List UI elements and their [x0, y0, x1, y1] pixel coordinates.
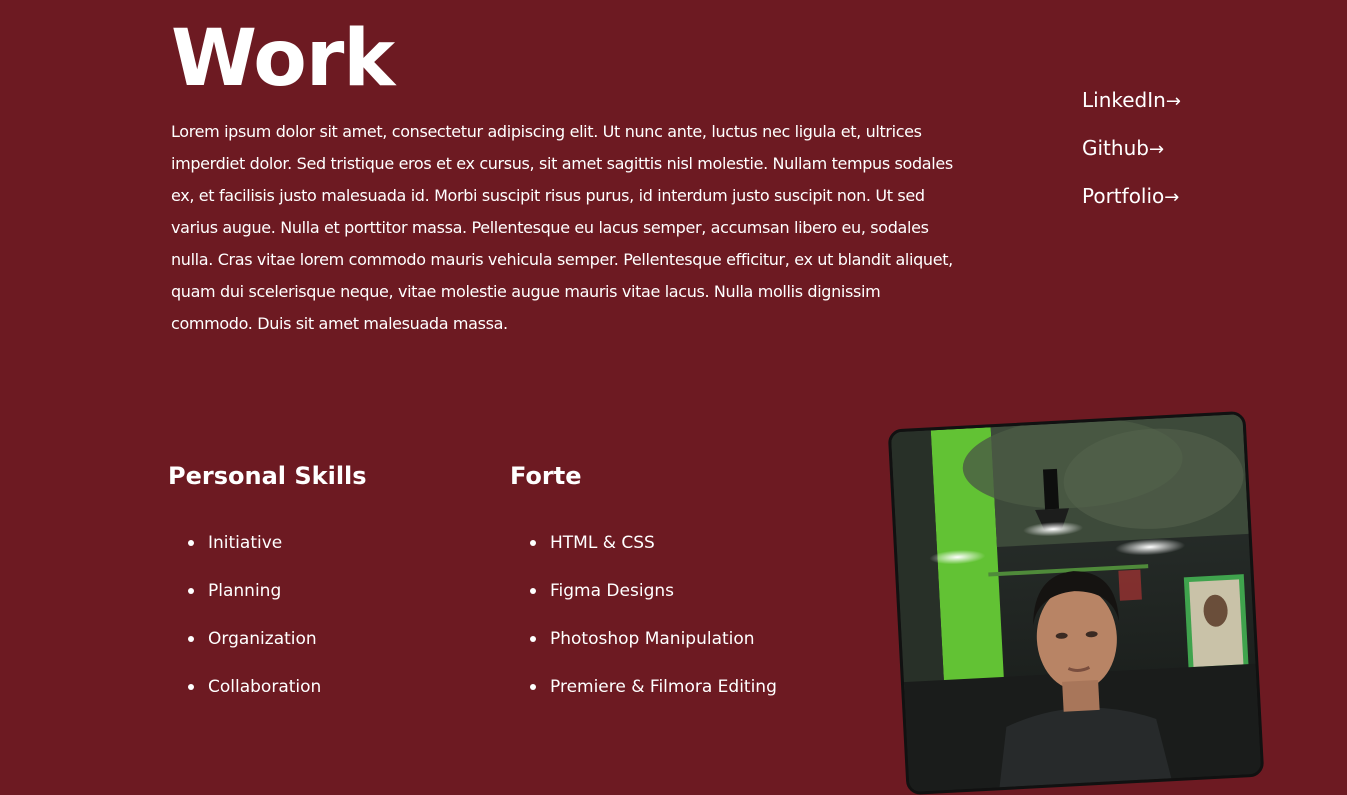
page-title: Work: [171, 14, 395, 104]
profile-photo-image: [890, 414, 1262, 792]
arrow-right-icon: →: [1148, 139, 1165, 160]
personal-skills-list: Initiative Planning Organization Collabo…: [188, 527, 321, 719]
github-link[interactable]: Github→: [1082, 132, 1181, 180]
bullet-icon: [188, 684, 194, 690]
list-item-label: Organization: [208, 629, 317, 649]
list-item-label: Figma Designs: [550, 581, 674, 601]
intro-paragraph: Lorem ipsum dolor sit amet, consectetur …: [171, 122, 953, 333]
forte-title: Forte: [510, 462, 582, 490]
personal-skills-title: Personal Skills: [168, 462, 367, 490]
bullet-icon: [188, 636, 194, 642]
list-item-label: Collaboration: [208, 677, 322, 697]
list-item-label: Initiative: [208, 533, 283, 553]
list-item: Collaboration: [188, 671, 321, 719]
bullet-icon: [530, 540, 536, 546]
list-item-label: Photoshop Manipulation: [550, 629, 755, 649]
bullet-icon: [530, 588, 536, 594]
bullet-icon: [530, 636, 536, 642]
list-item: HTML & CSS: [530, 527, 777, 575]
list-item: Planning: [188, 575, 321, 623]
linkedin-link[interactable]: LinkedIn→: [1082, 84, 1181, 132]
list-item-label: Premiere & Filmora Editing: [550, 677, 777, 697]
work-section: Work Lorem ipsum dolor sit amet, consect…: [0, 0, 1347, 795]
bullet-icon: [188, 540, 194, 546]
list-item-label: HTML & CSS: [550, 533, 655, 553]
forte-list: HTML & CSS Figma Designs Photoshop Manip…: [530, 527, 777, 719]
list-item: Figma Designs: [530, 575, 777, 623]
list-item: Initiative: [188, 527, 321, 575]
portfolio-link-label: Portfolio: [1082, 184, 1165, 208]
list-item: Premiere & Filmora Editing: [530, 671, 777, 719]
portfolio-link[interactable]: Portfolio→: [1082, 180, 1181, 228]
linkedin-link-label: LinkedIn: [1082, 88, 1166, 112]
bullet-icon: [188, 588, 194, 594]
arrow-right-icon: →: [1164, 187, 1180, 208]
list-item: Organization: [188, 623, 321, 671]
arrow-right-icon: →: [1165, 91, 1181, 112]
profile-photo: [887, 410, 1265, 795]
bullet-icon: [530, 684, 536, 690]
github-link-label: Github: [1082, 136, 1149, 160]
social-links: LinkedIn→ Github→ Portfolio→: [1082, 84, 1181, 228]
list-item: Photoshop Manipulation: [530, 623, 777, 671]
list-item-label: Planning: [208, 581, 282, 601]
